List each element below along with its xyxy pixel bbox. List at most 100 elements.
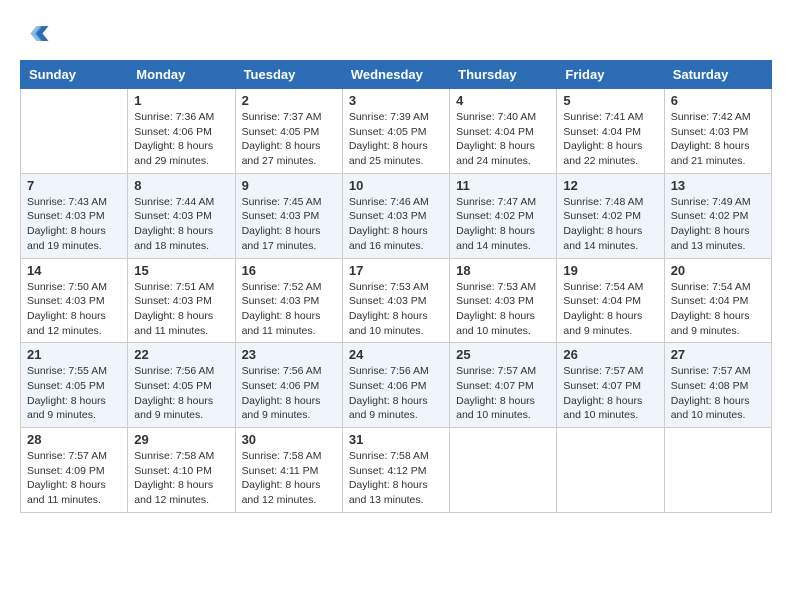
day-info: Sunrise: 7:47 AMSunset: 4:02 PMDaylight:… [456, 195, 550, 254]
day-info: Sunrise: 7:37 AMSunset: 4:05 PMDaylight:… [242, 110, 336, 169]
day-number: 14 [27, 263, 121, 278]
day-number: 23 [242, 347, 336, 362]
calendar-cell: 26 Sunrise: 7:57 AMSunset: 4:07 PMDayligh… [557, 343, 664, 428]
day-info: Sunrise: 7:56 AMSunset: 4:06 PMDaylight:… [349, 364, 443, 423]
day-number: 9 [242, 178, 336, 193]
day-info: Sunrise: 7:46 AMSunset: 4:03 PMDaylight:… [349, 195, 443, 254]
calendar-cell [450, 428, 557, 513]
day-number: 5 [563, 93, 657, 108]
day-info: Sunrise: 7:44 AMSunset: 4:03 PMDaylight:… [134, 195, 228, 254]
weekday-header: Saturday [664, 61, 771, 89]
calendar-cell: 13 Sunrise: 7:49 AMSunset: 4:02 PMDayligh… [664, 173, 771, 258]
calendar-cell: 11 Sunrise: 7:47 AMSunset: 4:02 PMDayligh… [450, 173, 557, 258]
calendar-cell: 5 Sunrise: 7:41 AMSunset: 4:04 PMDaylight… [557, 89, 664, 174]
day-info: Sunrise: 7:51 AMSunset: 4:03 PMDaylight:… [134, 280, 228, 339]
day-number: 2 [242, 93, 336, 108]
calendar-cell: 1 Sunrise: 7:36 AMSunset: 4:06 PMDaylight… [128, 89, 235, 174]
day-number: 25 [456, 347, 550, 362]
calendar-cell: 24Sunrise: 7:56 AMSunset: 4:06 PMDayligh… [342, 343, 449, 428]
day-number: 17 [349, 263, 443, 278]
calendar-week-row: 21Sunrise: 7:55 AMSunset: 4:05 PMDayligh… [21, 343, 772, 428]
calendar-cell [21, 89, 128, 174]
calendar-cell: 6Sunrise: 7:42 AMSunset: 4:03 PMDaylight… [664, 89, 771, 174]
calendar-header-row: SundayMondayTuesdayWednesdayThursdayFrid… [21, 61, 772, 89]
day-info: Sunrise: 7:41 AMSunset: 4:04 PMDaylight:… [563, 110, 657, 169]
day-info: Sunrise: 7:53 AMSunset: 4:03 PMDaylight:… [456, 280, 550, 339]
day-info: Sunrise: 7:52 AMSunset: 4:03 PMDaylight:… [242, 280, 336, 339]
calendar-cell: 20 Sunrise: 7:54 AMSunset: 4:04 PMDayligh… [664, 258, 771, 343]
calendar-cell: 23 Sunrise: 7:56 AMSunset: 4:06 PMDayligh… [235, 343, 342, 428]
calendar-cell: 9 Sunrise: 7:45 AMSunset: 4:03 PMDaylight… [235, 173, 342, 258]
day-number: 31 [349, 432, 443, 447]
day-number: 27 [671, 347, 765, 362]
day-number: 16 [242, 263, 336, 278]
day-number: 15 [134, 263, 228, 278]
day-number: 12 [563, 178, 657, 193]
calendar-cell [557, 428, 664, 513]
weekday-header: Friday [557, 61, 664, 89]
day-number: 26 [563, 347, 657, 362]
calendar-cell: 22 Sunrise: 7:56 AMSunset: 4:05 PMDayligh… [128, 343, 235, 428]
day-number: 11 [456, 178, 550, 193]
day-info: Sunrise: 7:48 AMSunset: 4:02 PMDaylight:… [563, 195, 657, 254]
calendar-cell: 25 Sunrise: 7:57 AMSunset: 4:07 PMDayligh… [450, 343, 557, 428]
calendar-cell: 15 Sunrise: 7:51 AMSunset: 4:03 PMDayligh… [128, 258, 235, 343]
logo [20, 20, 54, 50]
day-info: Sunrise: 7:49 AMSunset: 4:02 PMDaylight:… [671, 195, 765, 254]
day-info: Sunrise: 7:50 AMSunset: 4:03 PMDaylight:… [27, 280, 121, 339]
day-number: 8 [134, 178, 228, 193]
day-number: 6 [671, 93, 765, 108]
calendar-week-row: 7 Sunrise: 7:43 AMSunset: 4:03 PMDaylight… [21, 173, 772, 258]
weekday-header: Sunday [21, 61, 128, 89]
day-number: 22 [134, 347, 228, 362]
day-info: Sunrise: 7:36 AMSunset: 4:06 PMDaylight:… [134, 110, 228, 169]
day-info: Sunrise: 7:57 AMSunset: 4:07 PMDaylight:… [456, 364, 550, 423]
calendar-cell: 21Sunrise: 7:55 AMSunset: 4:05 PMDayligh… [21, 343, 128, 428]
day-info: Sunrise: 7:57 AMSunset: 4:07 PMDaylight:… [563, 364, 657, 423]
weekday-header: Thursday [450, 61, 557, 89]
day-info: Sunrise: 7:53 AMSunset: 4:03 PMDaylight:… [349, 280, 443, 339]
day-info: Sunrise: 7:57 AMSunset: 4:08 PMDaylight:… [671, 364, 765, 423]
calendar-week-row: 28 Sunrise: 7:57 AMSunset: 4:09 PMDayligh… [21, 428, 772, 513]
day-number: 18 [456, 263, 550, 278]
day-info: Sunrise: 7:57 AMSunset: 4:09 PMDaylight:… [27, 449, 121, 508]
calendar-cell: 28 Sunrise: 7:57 AMSunset: 4:09 PMDayligh… [21, 428, 128, 513]
calendar-week-row: 14 Sunrise: 7:50 AMSunset: 4:03 PMDayligh… [21, 258, 772, 343]
calendar-cell: 4Sunrise: 7:40 AMSunset: 4:04 PMDaylight… [450, 89, 557, 174]
day-number: 10 [349, 178, 443, 193]
calendar-cell: 31 Sunrise: 7:58 AMSunset: 4:12 PMDayligh… [342, 428, 449, 513]
calendar-cell: 29 Sunrise: 7:58 AMSunset: 4:10 PMDayligh… [128, 428, 235, 513]
day-info: Sunrise: 7:56 AMSunset: 4:06 PMDaylight:… [242, 364, 336, 423]
day-number: 3 [349, 93, 443, 108]
day-info: Sunrise: 7:45 AMSunset: 4:03 PMDaylight:… [242, 195, 336, 254]
calendar-cell: 19Sunrise: 7:54 AMSunset: 4:04 PMDayligh… [557, 258, 664, 343]
day-info: Sunrise: 7:58 AMSunset: 4:11 PMDaylight:… [242, 449, 336, 508]
calendar-week-row: 1 Sunrise: 7:36 AMSunset: 4:06 PMDaylight… [21, 89, 772, 174]
day-info: Sunrise: 7:58 AMSunset: 4:10 PMDaylight:… [134, 449, 228, 508]
day-number: 29 [134, 432, 228, 447]
day-number: 13 [671, 178, 765, 193]
day-number: 21 [27, 347, 121, 362]
calendar-table: SundayMondayTuesdayWednesdayThursdayFrid… [20, 60, 772, 513]
day-info: Sunrise: 7:54 AMSunset: 4:04 PMDaylight:… [671, 280, 765, 339]
calendar-cell: 17 Sunrise: 7:53 AMSunset: 4:03 PMDayligh… [342, 258, 449, 343]
day-info: Sunrise: 7:58 AMSunset: 4:12 PMDaylight:… [349, 449, 443, 508]
day-info: Sunrise: 7:39 AMSunset: 4:05 PMDaylight:… [349, 110, 443, 169]
day-number: 1 [134, 93, 228, 108]
calendar-cell: 8 Sunrise: 7:44 AMSunset: 4:03 PMDaylight… [128, 173, 235, 258]
calendar-cell: 14 Sunrise: 7:50 AMSunset: 4:03 PMDayligh… [21, 258, 128, 343]
calendar-cell: 10 Sunrise: 7:46 AMSunset: 4:03 PMDayligh… [342, 173, 449, 258]
page-header [20, 20, 772, 50]
day-number: 20 [671, 263, 765, 278]
day-info: Sunrise: 7:43 AMSunset: 4:03 PMDaylight:… [27, 195, 121, 254]
calendar-cell [664, 428, 771, 513]
day-number: 28 [27, 432, 121, 447]
day-number: 7 [27, 178, 121, 193]
calendar-cell: 30Sunrise: 7:58 AMSunset: 4:11 PMDayligh… [235, 428, 342, 513]
calendar-cell: 12 Sunrise: 7:48 AMSunset: 4:02 PMDayligh… [557, 173, 664, 258]
day-info: Sunrise: 7:56 AMSunset: 4:05 PMDaylight:… [134, 364, 228, 423]
calendar-cell: 3 Sunrise: 7:39 AMSunset: 4:05 PMDaylight… [342, 89, 449, 174]
weekday-header: Tuesday [235, 61, 342, 89]
logo-icon [20, 20, 50, 50]
calendar-cell: 7 Sunrise: 7:43 AMSunset: 4:03 PMDaylight… [21, 173, 128, 258]
